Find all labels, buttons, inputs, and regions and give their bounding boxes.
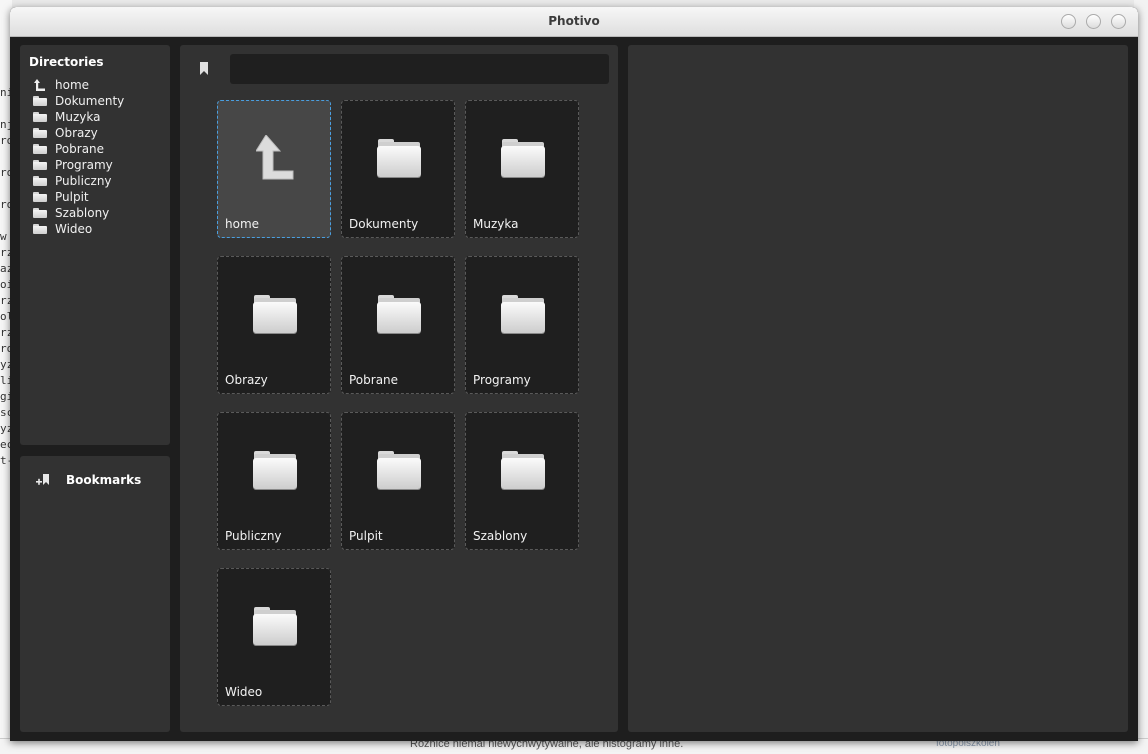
add-bookmark-icon[interactable] bbox=[35, 472, 51, 488]
bookmarks-panel: Bookmarks bbox=[20, 456, 170, 732]
folder-icon bbox=[32, 207, 48, 219]
thumbnail-muzyka[interactable]: Muzyka bbox=[465, 100, 579, 238]
directory-item-label: home bbox=[55, 78, 90, 92]
folder-icon bbox=[32, 111, 48, 123]
directory-item-label: Dokumenty bbox=[55, 94, 125, 108]
directory-item-wideo[interactable]: Wideo bbox=[32, 221, 124, 237]
directory-item-programy[interactable]: Programy bbox=[32, 157, 124, 173]
directory-item-pobrane[interactable]: Pobrane bbox=[32, 141, 124, 157]
thumbnail-label: Dokumenty bbox=[349, 217, 419, 231]
directory-item-szablony[interactable]: Szablony bbox=[32, 205, 124, 221]
thumbnail-label: home bbox=[225, 217, 260, 231]
directory-item-label: Publiczny bbox=[55, 174, 112, 188]
thumbnail-szablony[interactable]: Szablony bbox=[465, 412, 579, 550]
thumbnail-home[interactable]: home bbox=[217, 100, 331, 238]
thumbnail-label: Pobrane bbox=[349, 373, 399, 387]
folder-icon bbox=[501, 451, 545, 489]
bookmark-icon[interactable] bbox=[200, 62, 208, 75]
up-arrow-icon bbox=[256, 135, 294, 180]
folder-icon bbox=[253, 451, 297, 489]
folder-icon bbox=[253, 607, 297, 645]
directory-tree: home Dokumenty Muzyka Obrazy Pobrane Programy… bbox=[32, 77, 124, 237]
image-view-panel bbox=[628, 45, 1128, 732]
thumbnail-publiczny[interactable]: Publiczny bbox=[217, 412, 331, 550]
directories-panel: Directories home Dokumenty Muzyka Obrazy Pob… bbox=[20, 45, 170, 445]
folder-icon bbox=[501, 295, 545, 333]
thumbnail-programy[interactable]: Programy bbox=[465, 256, 579, 394]
directory-item-pulpit[interactable]: Pulpit bbox=[32, 189, 124, 205]
directory-item-label: Wideo bbox=[55, 222, 93, 236]
directories-heading: Directories bbox=[29, 55, 104, 69]
directory-item-label: Pulpit bbox=[55, 190, 89, 204]
folder-icon bbox=[32, 143, 48, 155]
directory-item-label: Szablony bbox=[55, 206, 110, 220]
thumbnail-label: Pulpit bbox=[349, 529, 383, 543]
thumbnail-label: Publiczny bbox=[225, 529, 282, 543]
directory-item-muzyka[interactable]: Muzyka bbox=[32, 109, 124, 125]
folder-icon bbox=[253, 295, 297, 333]
thumbnail-wideo[interactable]: Wideo bbox=[217, 568, 331, 706]
directory-item-label: Programy bbox=[55, 158, 113, 172]
folder-icon bbox=[32, 127, 48, 139]
directory-item-dokumenty[interactable]: Dokumenty bbox=[32, 93, 124, 109]
thumbnail-label: Programy bbox=[473, 373, 531, 387]
folder-icon bbox=[32, 159, 48, 171]
folder-icon bbox=[32, 95, 48, 107]
thumbnail-label: Obrazy bbox=[225, 373, 268, 387]
directory-item-label: Pobrane bbox=[55, 142, 105, 156]
thumbnail-label: Szablony bbox=[473, 529, 528, 543]
thumbnail-pobrane[interactable]: Pobrane bbox=[341, 256, 455, 394]
directory-item-label: Muzyka bbox=[55, 110, 101, 124]
thumbnail-label: Wideo bbox=[225, 685, 263, 699]
thumbnail-obrazy[interactable]: Obrazy bbox=[217, 256, 331, 394]
directory-item-publiczny[interactable]: Publiczny bbox=[32, 173, 124, 189]
thumbnail-dokumenty[interactable]: Dokumenty bbox=[341, 100, 455, 238]
directory-item-home[interactable]: home bbox=[32, 77, 124, 93]
bookmarks-heading: Bookmarks bbox=[66, 473, 142, 487]
folder-icon bbox=[377, 295, 421, 333]
thumbnail-pulpit[interactable]: Pulpit bbox=[341, 412, 455, 550]
photivo-window: Photivo Directories home Dokumenty Muzyka O… bbox=[10, 7, 1138, 741]
folder-icon bbox=[32, 175, 48, 187]
directory-item-label: Obrazy bbox=[55, 126, 98, 140]
folder-icon bbox=[377, 451, 421, 489]
thumbnail-panel: home Dokumenty Muzyka Obrazy Pobrane Programy… bbox=[180, 45, 618, 732]
path-input[interactable] bbox=[230, 54, 609, 84]
thumbnail-label: Muzyka bbox=[473, 217, 519, 231]
up-arrow-icon bbox=[32, 78, 48, 91]
folder-icon bbox=[32, 191, 48, 203]
folder-icon bbox=[32, 223, 48, 235]
directory-item-obrazy[interactable]: Obrazy bbox=[32, 125, 124, 141]
folder-icon bbox=[377, 139, 421, 177]
folder-icon bbox=[501, 139, 545, 177]
